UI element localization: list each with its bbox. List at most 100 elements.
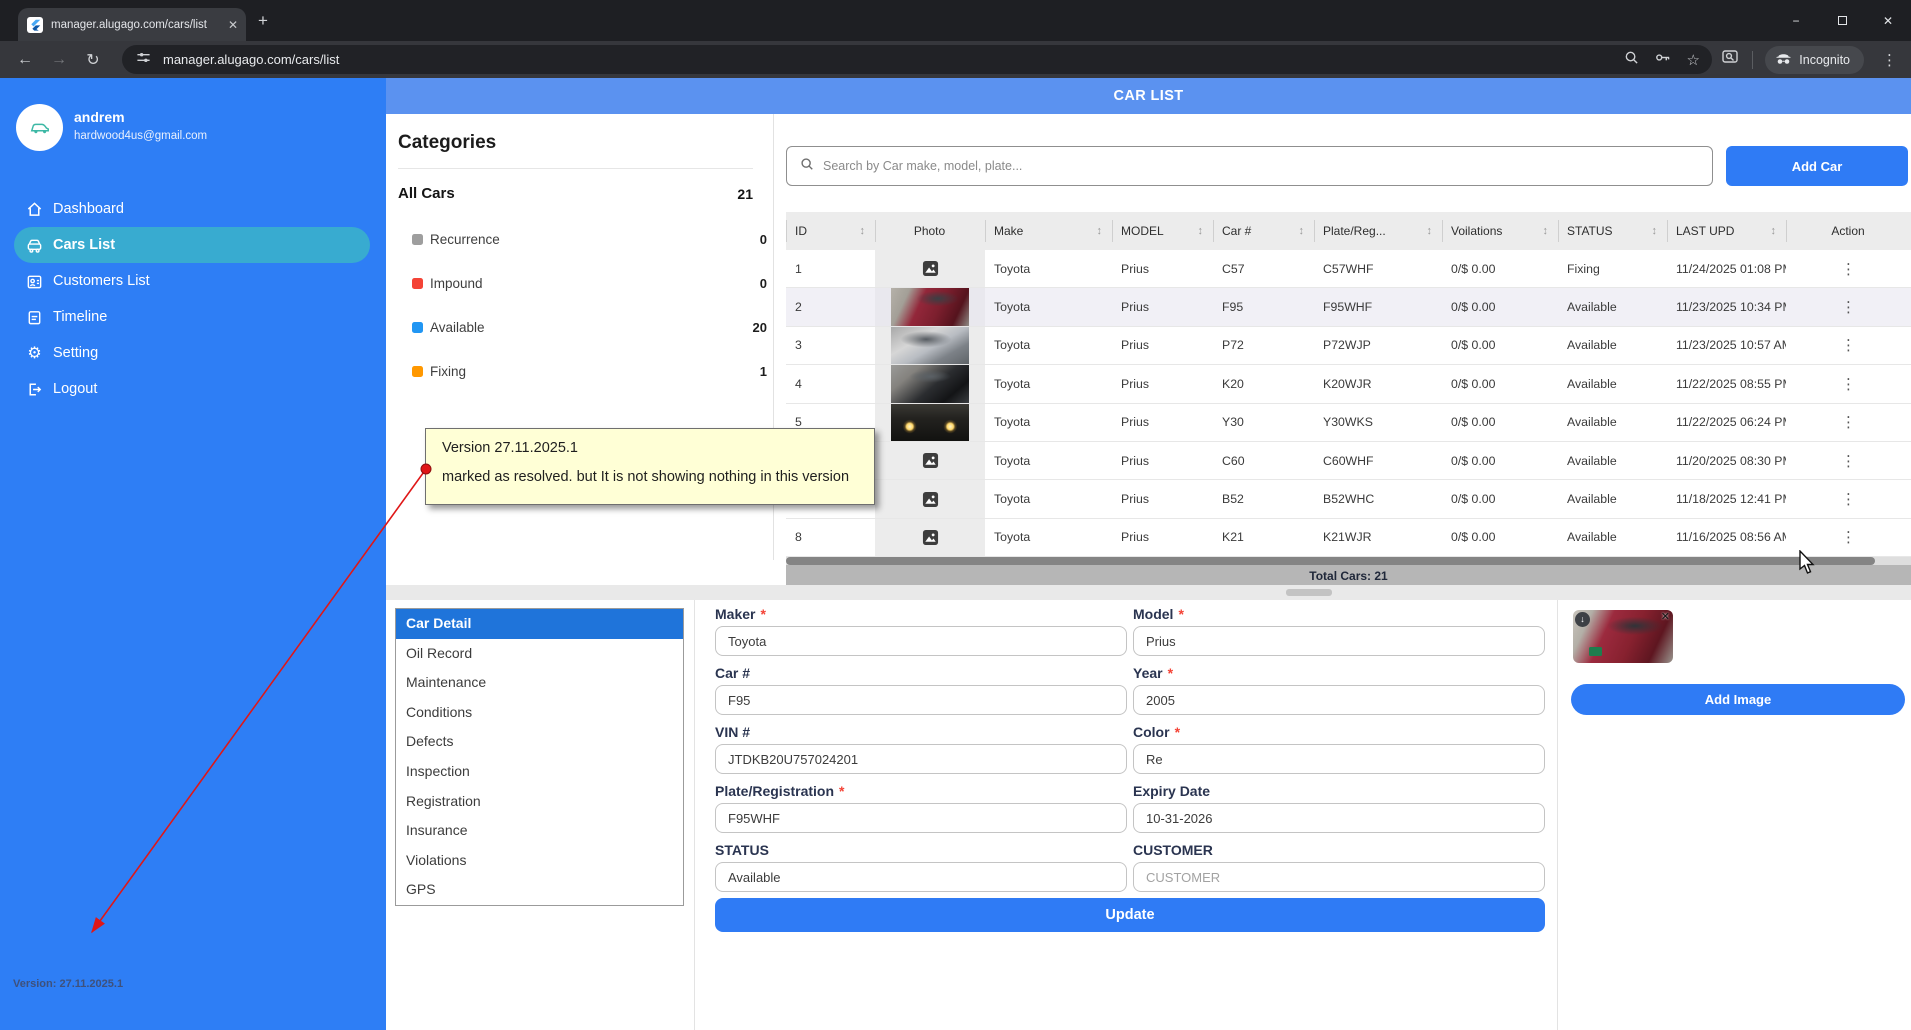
scrollbar-thumb[interactable] (786, 557, 1875, 565)
sort-icon[interactable]: ↕ (1097, 225, 1103, 237)
column-header[interactable]: Plate/Reg... ↕ (1314, 212, 1442, 250)
avatar[interactable] (16, 104, 63, 151)
forward-button[interactable]: → (42, 51, 76, 69)
car-photo[interactable] (891, 365, 969, 403)
sidebar-item-dashboard[interactable]: Dashboard (0, 191, 386, 227)
field-input[interactable] (1133, 744, 1545, 774)
detail-tab[interactable]: Inspection (396, 757, 683, 787)
sidebar-item-logout[interactable]: Logout (0, 371, 386, 407)
category-row[interactable]: Fixing 1 (412, 363, 767, 379)
reload-button[interactable]: ↻ (76, 50, 110, 70)
category-all-cars[interactable]: All Cars 21 (398, 185, 753, 203)
category-row[interactable]: Impound 0 (412, 275, 767, 291)
field-input[interactable] (1133, 862, 1545, 892)
row-actions-menu-icon[interactable]: ⋮ (1841, 298, 1856, 316)
table-row[interactable]: 2 Toyota Prius F95 F95WHF 0/$ 0.00 Avail… (786, 288, 1911, 327)
sort-icon[interactable]: ↕ (1299, 225, 1305, 237)
column-header[interactable]: Voilations ↕ (1442, 212, 1558, 250)
sidebar-item-setting[interactable]: ⚙ Setting (0, 335, 386, 371)
row-actions-menu-icon[interactable]: ⋮ (1841, 452, 1856, 470)
car-photo[interactable] (891, 250, 969, 287)
detail-tab[interactable]: Registration (396, 787, 683, 817)
sidebar-item-timeline[interactable]: Timeline (0, 299, 386, 335)
download-image-icon[interactable]: ↓ (1575, 612, 1590, 627)
row-actions-menu-icon[interactable]: ⋮ (1841, 260, 1856, 278)
column-header[interactable]: Car # ↕ (1213, 212, 1314, 250)
sort-icon[interactable]: ↕ (1543, 225, 1549, 237)
table-row[interactable]: 7 Toyota Prius B52 B52WHC 0/$ 0.00 Avail… (786, 480, 1911, 519)
column-header[interactable]: MODEL ↕ (1112, 212, 1213, 250)
field-input[interactable] (1133, 803, 1545, 833)
detail-tab[interactable]: Maintenance (396, 668, 683, 698)
sidebar-item-cars-list[interactable]: Cars List (14, 227, 370, 263)
column-header[interactable]: STATUS ↕ (1558, 212, 1667, 250)
table-row[interactable]: 5 Toyota Prius Y30 Y30WKS 0/$ 0.00 Avail… (786, 403, 1911, 442)
sidebar-item-customers-list[interactable]: Customers List (0, 263, 386, 299)
detail-tab[interactable]: GPS (396, 875, 683, 905)
column-header[interactable]: Action ↕ (1786, 212, 1911, 250)
field-input[interactable] (1133, 685, 1545, 715)
table-row[interactable]: 8 Toyota Prius K21 K21WJR 0/$ 0.00 Avail… (786, 518, 1911, 558)
search-input[interactable] (823, 159, 1702, 173)
sort-icon[interactable]: ↕ (1198, 225, 1204, 237)
tab-close-icon[interactable]: ✕ (228, 18, 238, 32)
column-header[interactable]: ID ↕ (786, 212, 875, 250)
field-input[interactable] (1133, 626, 1545, 656)
field-input[interactable] (715, 626, 1127, 656)
sort-icon[interactable]: ↕ (860, 225, 866, 237)
row-actions-menu-icon[interactable]: ⋮ (1841, 490, 1856, 508)
category-row[interactable]: Available 20 (412, 319, 767, 335)
car-photo[interactable] (891, 326, 969, 365)
window-minimize-button[interactable]: − (1773, 14, 1819, 28)
row-actions-menu-icon[interactable]: ⋮ (1841, 336, 1856, 354)
car-image-thumbnail[interactable]: ↓ ✕ (1573, 610, 1673, 663)
detail-tab[interactable]: Car Detail (396, 609, 683, 639)
sort-icon[interactable]: ↕ (1427, 225, 1433, 237)
password-key-icon[interactable] (1655, 50, 1671, 70)
column-header[interactable]: Photo ↕ (875, 212, 985, 250)
row-actions-menu-icon[interactable]: ⋮ (1841, 528, 1856, 546)
table-row[interactable]: 4 Toyota Prius K20 K20WJR 0/$ 0.00 Avail… (786, 365, 1911, 404)
add-image-button[interactable]: Add Image (1571, 684, 1905, 715)
row-actions-menu-icon[interactable]: ⋮ (1841, 413, 1856, 431)
detail-scrollbar-thumb[interactable] (1286, 589, 1332, 596)
car-photo[interactable] (891, 403, 969, 441)
browser-menu-icon[interactable]: ⋮ (1876, 51, 1903, 69)
row-actions-menu-icon[interactable]: ⋮ (1841, 375, 1856, 393)
new-tab-button[interactable]: + (258, 12, 268, 29)
screen-search-icon[interactable] (1722, 49, 1740, 70)
car-photo[interactable] (891, 442, 969, 479)
detail-tab[interactable]: Oil Record (396, 639, 683, 669)
category-row[interactable]: Recurrence 0 (412, 231, 767, 247)
detail-tab[interactable]: Violations (396, 846, 683, 876)
car-photo[interactable] (891, 480, 969, 517)
column-header[interactable]: LAST UPD ↕ (1667, 212, 1786, 250)
table-row[interactable]: 3 Toyota Prius P72 P72WJP 0/$ 0.00 Avail… (786, 326, 1911, 366)
table-row[interactable]: 1 Toyota Prius C57 C57WHF 0/$ 0.00 Fixin… (786, 250, 1911, 289)
field-input[interactable] (715, 744, 1127, 774)
search-tabs-icon[interactable] (1624, 50, 1639, 70)
car-photo[interactable] (891, 288, 969, 326)
back-button[interactable]: ← (8, 51, 42, 69)
table-row[interactable]: 6 Toyota Prius C60 C60WHF 0/$ 0.00 Avail… (786, 441, 1911, 481)
browser-tab[interactable]: manager.alugago.com/cars/list ✕ (18, 8, 246, 41)
car-photo[interactable] (891, 519, 969, 556)
bookmark-star-icon[interactable]: ☆ (1687, 51, 1700, 69)
sort-icon[interactable]: ↕ (1771, 225, 1777, 237)
field-input[interactable] (715, 803, 1127, 833)
detail-tab[interactable]: Defects (396, 727, 683, 757)
sort-icon[interactable]: ↕ (1652, 225, 1658, 237)
column-header[interactable]: Make ↕ (985, 212, 1112, 250)
add-car-button[interactable]: Add Car (1726, 146, 1908, 186)
site-settings-icon[interactable] (136, 50, 151, 70)
window-maximize-button[interactable] (1819, 14, 1865, 28)
detail-tab[interactable]: Conditions (396, 698, 683, 728)
window-close-button[interactable]: ✕ (1865, 14, 1911, 28)
remove-image-icon[interactable]: ✕ (1661, 610, 1670, 623)
address-bar[interactable]: manager.alugago.com/cars/list ☆ (122, 45, 1712, 74)
horizontal-scrollbar[interactable] (786, 557, 1911, 565)
field-input[interactable] (715, 862, 1127, 892)
detail-tab[interactable]: Insurance (396, 816, 683, 846)
update-button[interactable]: Update (715, 898, 1545, 932)
field-input[interactable] (715, 685, 1127, 715)
